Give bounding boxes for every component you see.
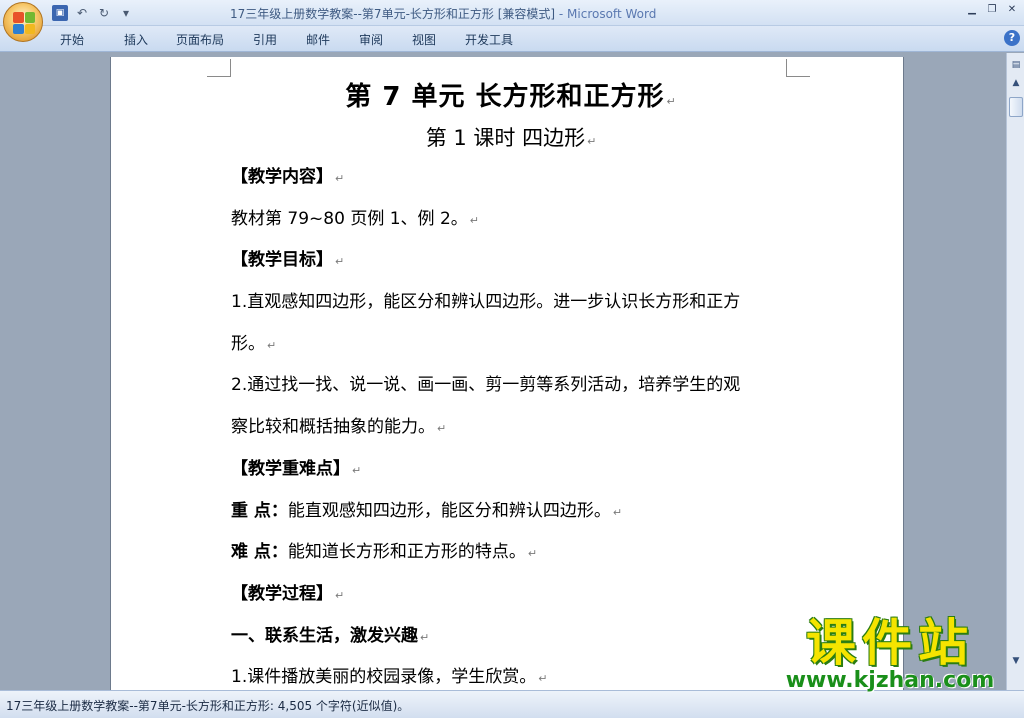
document-name: 17三年级上册数学教案--第7单元-长方形和正方形 [兼容模式] [230,7,556,21]
paragraph: 2.通过找一找、说一说、画一画、剪一剪等系列活动，培养学生的观 [231,375,741,396]
undo-icon[interactable]: ↶ [74,5,90,21]
office-button[interactable] [3,2,43,42]
tab-references[interactable]: 引用 [253,30,306,49]
document-title: 第 7 单元 长方形和正方形 ↵ [345,82,677,112]
window-controls: ▁ ❐ ✕ [964,3,1020,17]
tab-home[interactable]: 开始 [60,30,124,49]
margin-corner-mark [207,59,231,77]
minimize-icon[interactable]: ▁ [964,3,980,17]
scroll-thumb[interactable] [1009,97,1023,117]
tab-review[interactable]: 审阅 [359,30,412,49]
paragraph-key-point: 重 点：能直观感知四边形，能区分和辨认四边形。 ↵ [231,500,623,521]
watermark-text: 课件站 [806,614,974,672]
save-icon[interactable]: ▣ [52,5,68,21]
view-ruler-icon[interactable]: ▤ [1008,57,1024,73]
paragraph-difficulty: 难 点：能知道长方形和正方形的特点。 ↵ [231,542,538,563]
ribbon-tabs: 开始 插入 页面布局 引用 邮件 审阅 视图 开发工具 [60,30,535,49]
watermark-logo: 课件站 www.kjzhan.com [770,617,1010,695]
window-title: 17三年级上册数学教案--第7单元-长方形和正方形 [兼容模式] - Micro… [230,5,790,22]
tab-mailings[interactable]: 邮件 [306,30,359,49]
title-bar: ▣ ↶ ↻ ▾ 17三年级上册数学教案--第7单元-长方形和正方形 [兼容模式]… [0,0,1024,26]
document-workspace: 第 7 单元 长方形和正方形 ↵ 第 1 课时 四边形 ↵ 【教学内容】 ↵ 教材第 … [0,53,1006,717]
status-text: 17三年级上册数学教案--第7单元-长方形和正方形: 4,505 个字符(近似值… [6,699,410,713]
customize-icon[interactable]: ▾ [118,5,134,21]
document-body[interactable]: 第 7 单元 长方形和正方形 ↵ 第 1 课时 四边形 ↵ 【教学内容】 ↵ 教材第 … [231,75,791,699]
paragraph: 1.直观感知四边形，能区分和辨认四边形。进一步认识长方形和正方 [231,292,741,313]
redo-icon[interactable]: ↻ [96,5,112,21]
app-name: - Microsoft Word [555,7,657,21]
tab-developer[interactable]: 开发工具 [465,30,535,49]
help-icon[interactable]: ? [1004,30,1020,46]
close-icon[interactable]: ✕ [1004,3,1020,17]
heading-teaching-content: 【教学内容】 ↵ [231,167,345,187]
heading-key-points: 【教学重难点】 ↵ [231,458,362,479]
paragraph: 形。 ↵ [231,333,277,354]
quick-access-toolbar: ▣ ↶ ↻ ▾ [52,4,134,22]
document-subtitle: 第 1 课时 四边形 ↵ [425,126,597,150]
scroll-up-icon[interactable]: ▲ [1008,75,1024,91]
scroll-down-icon[interactable]: ▼ [1008,653,1024,669]
heading-teaching-process: 【教学过程】 ↵ [231,583,345,604]
watermark-url: www.kjzhan.com [785,668,995,693]
tab-view[interactable]: 视图 [412,30,465,49]
paragraph: 教材第 79~80 页例 1、例 2。 ↵ [231,208,479,229]
restore-icon[interactable]: ❐ [984,3,1000,17]
office-logo-icon [13,12,35,34]
tab-insert[interactable]: 插入 [124,30,176,49]
tab-page-layout[interactable]: 页面布局 [176,30,253,49]
heading-teaching-goals: 【教学目标】 ↵ [231,250,345,271]
vertical-scrollbar[interactable]: ▤ ▲ ▼ [1006,53,1024,690]
section-heading: 一、联系生活，激发兴趣 ↵ [231,625,430,646]
ribbon-tab-bar: 开始 插入 页面布局 引用 邮件 审阅 视图 开发工具 ? [0,26,1024,52]
paragraph: 察比较和概括抽象的能力。 ↵ [231,417,447,438]
